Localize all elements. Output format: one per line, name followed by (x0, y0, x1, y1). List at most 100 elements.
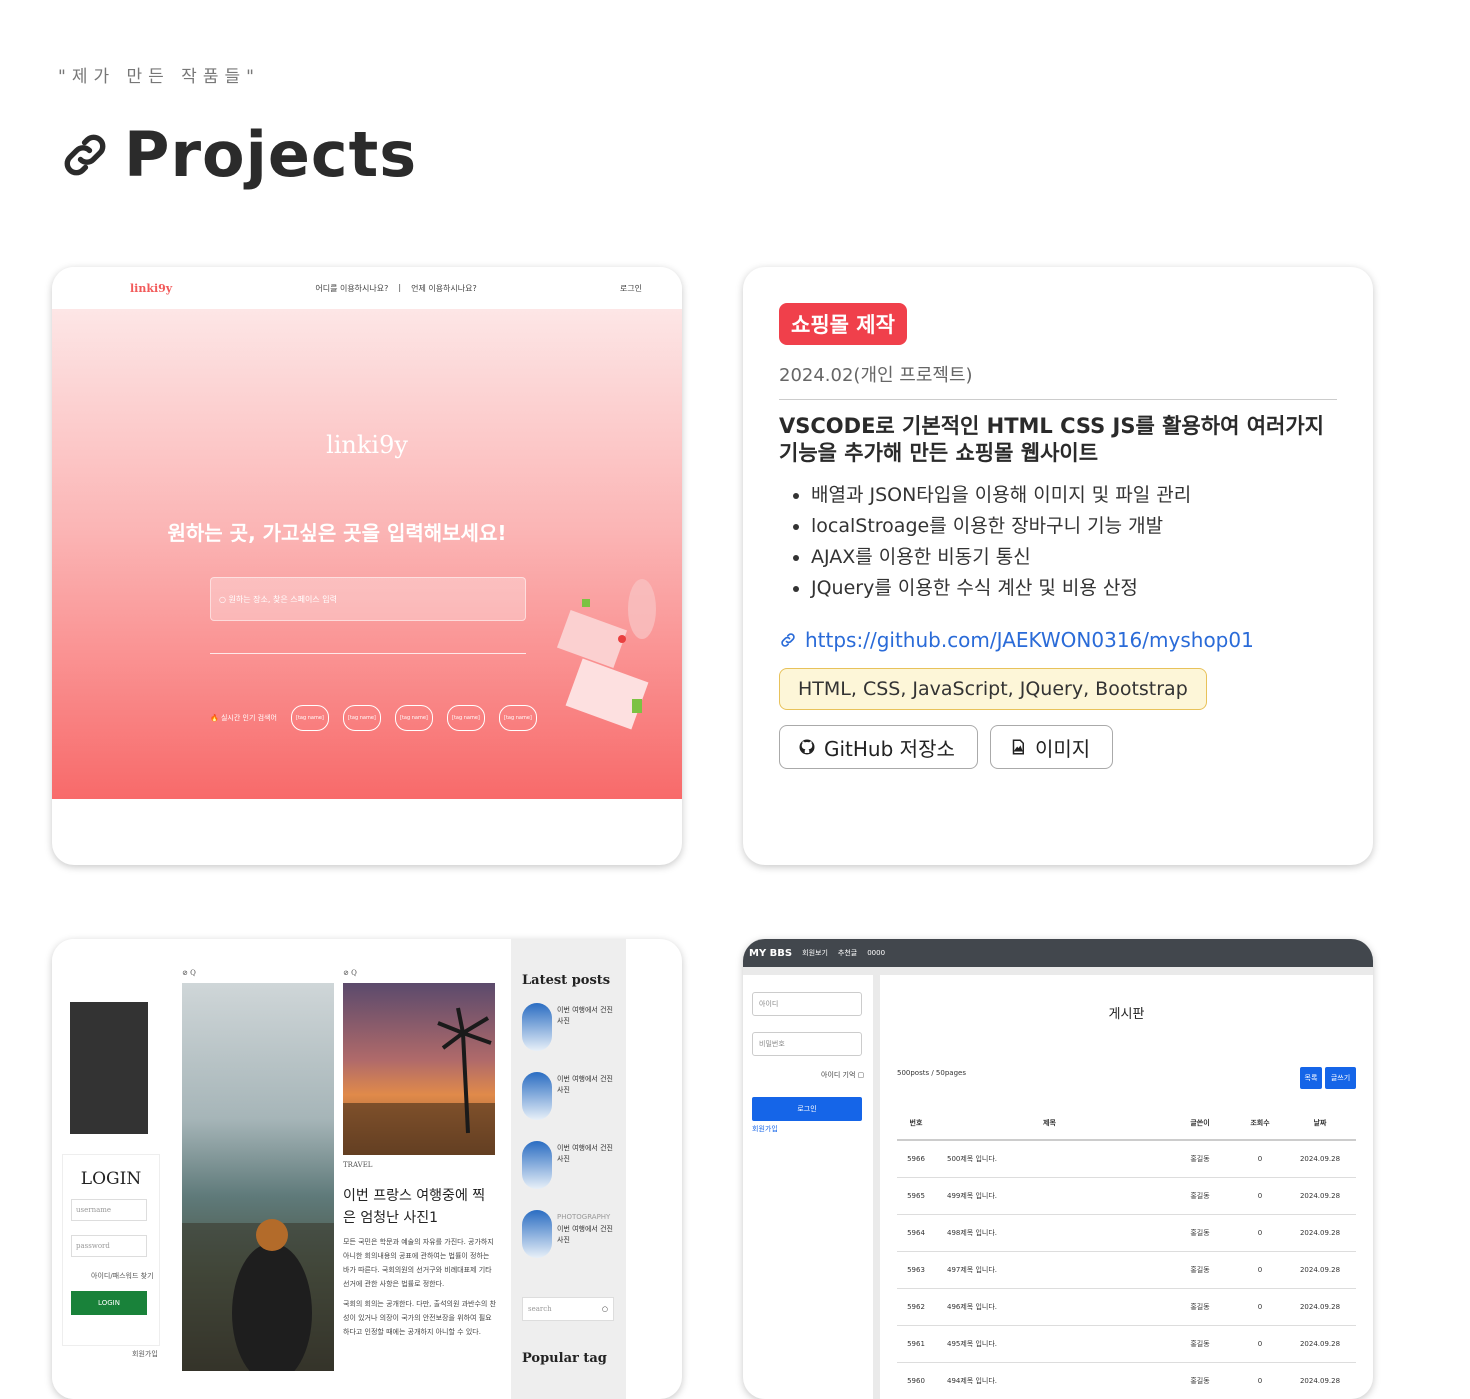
table-cell: 홍길동 (1164, 1363, 1236, 1399)
mock-tag: [tag name] (291, 705, 329, 731)
feature-item: AJAX를 이용한 비동기 통신 (811, 542, 1191, 573)
table-cell: 498제목 입니다. (935, 1215, 1164, 1252)
mock-nav-item: 회원보기 (802, 948, 828, 958)
image-button[interactable]: 이미지 (990, 725, 1113, 769)
table-cell: 5965 (897, 1178, 935, 1215)
mock-pw-field: 비밀번호 (752, 1032, 862, 1056)
table-cell: 2024.09.28 (1284, 1178, 1356, 1215)
mock-thumb (522, 1003, 552, 1051)
mock-hero-text: 원하는 곳, 가고싶은 곳을 입력해보세요! (52, 517, 682, 546)
mock-bbs-sidebar: 아이디 비밀번호 아이디 기억 ▢ 로그인 회원가입 (743, 975, 873, 1399)
mock-nav-divider: | (398, 283, 401, 294)
mock-thumb (522, 1210, 552, 1258)
table-cell: 0 (1236, 1252, 1284, 1289)
mock-post-paragraph: 모든 국민은 학문과 예술의 자유를 가진다. 공가하지 아니한 회의내용의 공… (343, 1235, 498, 1291)
section-subtitle: "제가 만든 작품들" (58, 62, 260, 87)
mock-tag: [tag name] (447, 705, 485, 731)
table-cell: 5966 (897, 1140, 935, 1178)
table-row: 5960494제목 입니다.홍길동02024.09.28 (897, 1363, 1356, 1399)
feature-list: 배열과 JSON타입을 이용해 이미지 및 파일 관리 localStroage… (779, 480, 1191, 604)
table-row: 5966500제목 입니다.홍길동02024.09.28 (897, 1140, 1356, 1178)
mock-blog-right-sidebar: Latest posts 이번 여행에서 건진 사진 이번 여행에서 건진 사진… (511, 939, 626, 1399)
table-row: 5962496제목 입니다.홍길동02024.09.28 (897, 1289, 1356, 1326)
table-cell: 497제목 입니다. (935, 1252, 1164, 1289)
mock-latest-post: 이번 여행에서 건진 사진 (557, 1224, 617, 1246)
project-card-bbs[interactable]: MY BBS 회원보기 추천글 0000 아이디 비밀번호 아이디 기억 ▢ 로… (743, 939, 1373, 1399)
mock-coast-photo (182, 983, 334, 1371)
table-row: 5964498제목 입니다.홍길동02024.09.28 (897, 1215, 1356, 1252)
mock-board-table: 번호 제목 글쓴이 조회수 날짜 5966500제목 입니다.홍길동02024.… (897, 1107, 1356, 1399)
github-repo-label: GitHub 저장소 (824, 733, 955, 762)
mock-login-box: LOGIN username password 아이디/패스워드 찾기 LOGI… (62, 1154, 160, 1346)
github-repo-button[interactable]: GitHub 저장소 (779, 725, 978, 769)
mock-sunset-photo (343, 983, 495, 1155)
column-header: 글쓴이 (1164, 1107, 1236, 1140)
mock-list-button: 목록 (1300, 1067, 1322, 1089)
tech-stack: HTML, CSS, JavaScript, JQuery, Bootstrap (779, 668, 1207, 710)
mock-password-field: password (71, 1235, 147, 1257)
mock-trending: 🔥 실시간 인기 검색어 [tag name] [tag name] [tag … (210, 705, 537, 731)
mock-bbs-brand: MY BBS (749, 948, 792, 959)
mock-hero-logo: linki9y (52, 431, 682, 459)
search-icon: ○ (602, 1305, 608, 1313)
mock-join-text: 회원가입 (132, 1349, 158, 1359)
table-row: 5965499제목 입니다.홍길동02024.09.28 (897, 1178, 1356, 1215)
mock-tag: [tag name] (499, 705, 537, 731)
mock-divider (210, 653, 526, 654)
mock-meta-icons: ⊘ Q (343, 969, 357, 977)
mock-avatar-image (70, 1002, 148, 1134)
table-cell: 5963 (897, 1252, 935, 1289)
mock-navbar: linki9y 어디를 이용하시나요? | 언제 이용하시나요? 로그인 (52, 267, 682, 309)
image-file-icon (1009, 738, 1027, 756)
mock-trending-label: 🔥 실시간 인기 검색어 (210, 713, 277, 723)
mock-search-bar: ○ 원하는 장소, 찾은 스페이스 입력 (210, 577, 526, 621)
mock-hero: linki9y 원하는 곳, 가고싶은 곳을 입력해보세요! ○ 원하는 장소,… (52, 309, 682, 799)
feature-item: localStroage를 이용한 장바구니 기능 개발 (811, 511, 1191, 542)
mock-nav-item: 0000 (867, 949, 885, 957)
mock-board-title: 게시판 (880, 1003, 1373, 1022)
mock-latest-post: 이번 여행에서 건진 사진 (557, 1074, 617, 1096)
mock-tag: [tag name] (395, 705, 433, 731)
github-link-text[interactable]: https://github.com/JAEKWON0316/myshop01 (805, 628, 1254, 652)
table-cell: 홍길동 (1164, 1178, 1236, 1215)
project-card-linkispace[interactable]: linki9y 어디를 이용하시나요? | 언제 이용하시나요? 로그인 lin… (52, 267, 682, 865)
mock-latest-post: 이번 여행에서 건진 사진 (557, 1005, 617, 1027)
person-silhouette (182, 983, 334, 1371)
github-icon (798, 738, 816, 756)
github-link[interactable]: https://github.com/JAEKWON0316/myshop01 (779, 628, 1254, 652)
mock-post-text: 모든 국민은 학문과 예술의 자유를 가진다. 공가하지 아니한 회의내용의 공… (343, 1235, 498, 1339)
column-header: 번호 (897, 1107, 935, 1140)
mock-login-title: LOGIN (63, 1169, 159, 1189)
mock-nav-item: 어디를 이용하시나요? (315, 283, 388, 294)
mock-nav-item: 언제 이용하시나요? (411, 283, 477, 294)
mock-bbs-main: 게시판 500posts / 50pages 목록 글쓰기 번호 제목 글쓴이 … (880, 975, 1373, 1399)
project-card-shoppingmall: 쇼핑몰 제작 2024.02(개인 프로젝트) VSCODE로 기본적인 HTM… (743, 267, 1373, 865)
section-header: Projects (58, 118, 417, 191)
table-cell: 2024.09.28 (1284, 1363, 1356, 1399)
mock-find-text: 아이디/패스워드 찾기 (91, 1271, 154, 1281)
mock-join-link: 회원가입 (752, 1124, 778, 1134)
table-cell: 500제목 입니다. (935, 1140, 1164, 1178)
column-header: 날짜 (1284, 1107, 1356, 1140)
table-cell: 5964 (897, 1215, 935, 1252)
table-cell: 495제목 입니다. (935, 1326, 1164, 1363)
mock-thumb (522, 1141, 552, 1189)
mock-thumb (522, 1072, 552, 1120)
table-cell: 494제목 입니다. (935, 1363, 1164, 1399)
mock-search-box: search ○ (522, 1297, 614, 1321)
table-cell: 홍길동 (1164, 1140, 1236, 1178)
mock-bbs-navbar: MY BBS 회원보기 추천글 0000 (743, 939, 1373, 967)
image-button-label: 이미지 (1035, 733, 1090, 762)
mock-post-paragraph: 국회의 회의는 공개한다. 다만, 출석의원 과반수의 찬성이 있거나 의장이 … (343, 1297, 498, 1339)
table-cell: 2024.09.28 (1284, 1252, 1356, 1289)
table-cell: 0 (1236, 1289, 1284, 1326)
project-description: VSCODE로 기본적인 HTML CSS JS를 활용하여 여러가지 기능을 … (779, 413, 1339, 467)
table-cell: 2024.09.28 (1284, 1215, 1356, 1252)
mock-logo: linki9y (130, 282, 172, 295)
divider (779, 399, 1337, 400)
table-cell: 홍길동 (1164, 1289, 1236, 1326)
table-cell: 홍길동 (1164, 1326, 1236, 1363)
project-card-blog[interactable]: LOGIN username password 아이디/패스워드 찾기 LOGI… (52, 939, 682, 1399)
table-cell: 0 (1236, 1363, 1284, 1399)
table-cell: 5960 (897, 1363, 935, 1399)
